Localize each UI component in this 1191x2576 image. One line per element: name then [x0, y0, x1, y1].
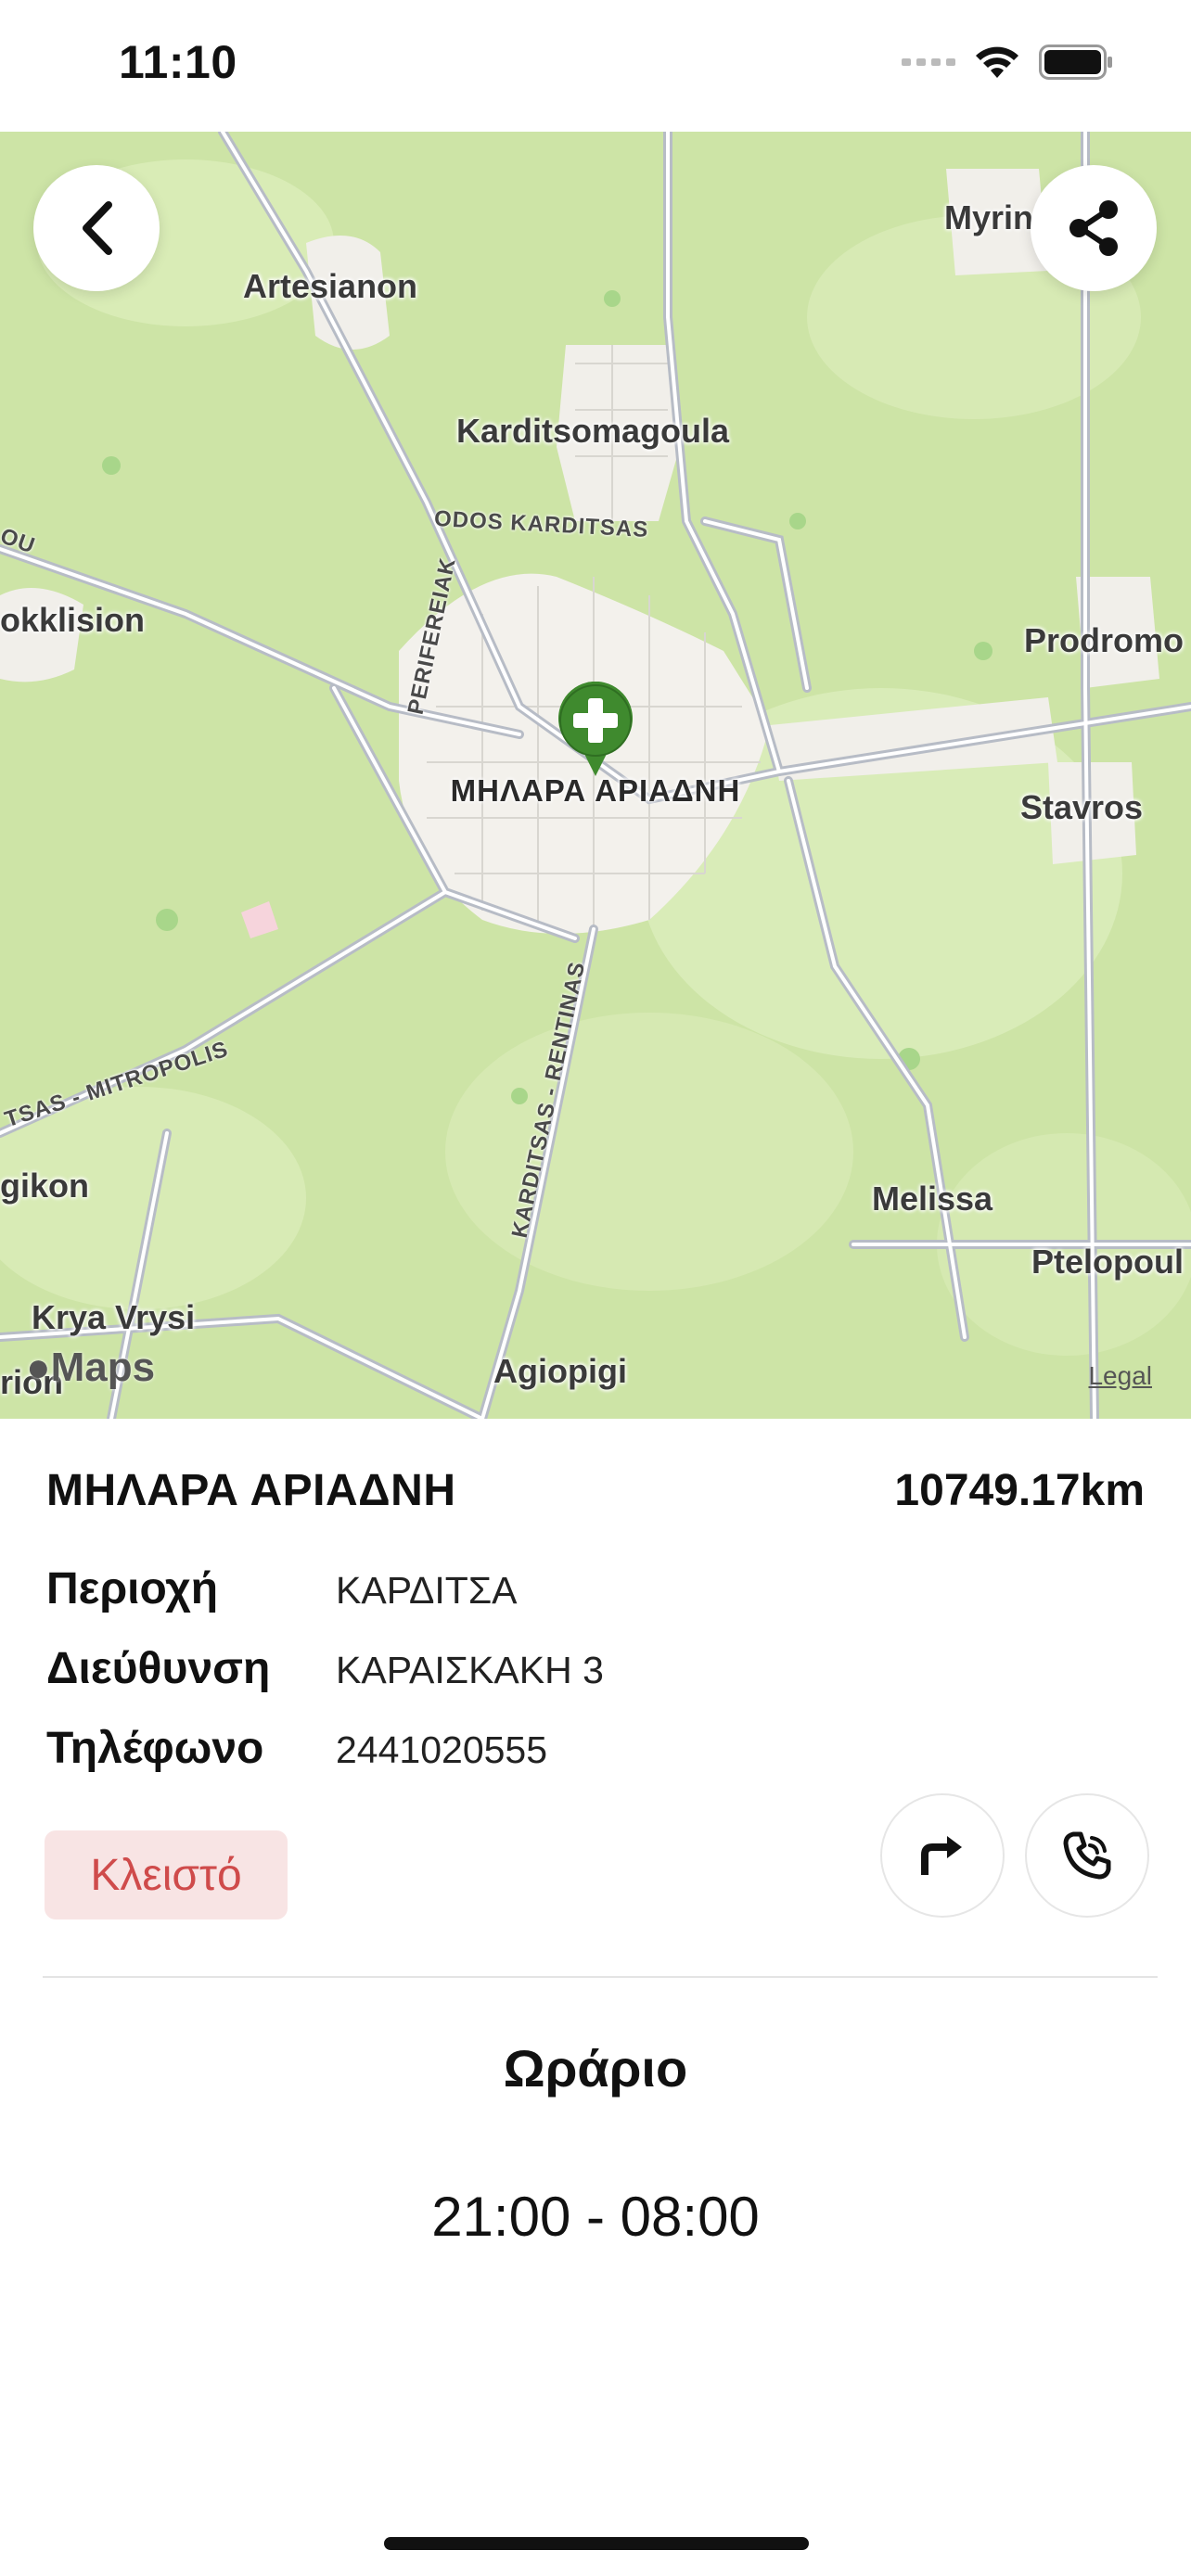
- map-label-krya-vrysi: Krya Vrysi: [32, 1298, 196, 1336]
- address-value: ΚΑΡΑΙΣΚΑΚΗ 3: [336, 1649, 604, 1691]
- back-button[interactable]: [33, 165, 160, 291]
- map-label-okklision: okklision: [0, 601, 146, 639]
- hours-value: 21:00 - 08:00: [431, 2186, 760, 2248]
- map-label-myrina: Myrin: [944, 198, 1034, 236]
- divider: [43, 1976, 1158, 1978]
- pin-label: ΜΗΛΑΡΑ ΑΡΙΑΔΝΗ: [450, 773, 741, 808]
- status-badge: Κλειστό: [45, 1830, 288, 1919]
- pharmacy-name: ΜΗΛΑΡΑ ΑΡΙΑΔΝΗ: [46, 1466, 456, 1515]
- home-indicator[interactable]: [384, 2537, 809, 2550]
- map-label-prodromos: Prodromo: [1024, 621, 1185, 659]
- directions-button[interactable]: [880, 1793, 1005, 1918]
- status-time: 11:10: [119, 36, 237, 88]
- share-icon: [1069, 200, 1118, 256]
- apple-logo-icon: ●: [26, 1345, 51, 1390]
- battery-icon: [1039, 45, 1112, 80]
- address-label: Διεύθυνση: [46, 1644, 271, 1693]
- phone-value: 2441020555: [336, 1728, 548, 1771]
- legal-link[interactable]: Legal: [1088, 1361, 1152, 1391]
- area-value: ΚΑΡΔΙΤΣΑ: [336, 1569, 518, 1612]
- map-label-gikon: gikon: [0, 1167, 89, 1205]
- maps-logo-text: Maps: [50, 1345, 156, 1390]
- call-button[interactable]: [1025, 1793, 1149, 1918]
- map-label-agiopigi: Agiopigi: [493, 1352, 627, 1390]
- map-label-artesianon: Artesianon: [243, 267, 418, 305]
- directions-arrow-icon: [921, 1836, 962, 1875]
- map-label-karditsomagoula: Karditsomagoula: [456, 412, 730, 450]
- map-view[interactable]: Artesianon Karditsomagoula Myrin Prodrom…: [0, 132, 1191, 1419]
- phone-label: Τηλέφωνο: [46, 1724, 264, 1773]
- signal-icon: [902, 58, 955, 66]
- hours-title: Ωράριο: [503, 2039, 688, 2098]
- phone-icon: [1063, 1831, 1111, 1880]
- maps-logo: ●Maps: [26, 1345, 155, 1391]
- pharmacy-pin-icon[interactable]: [557, 682, 634, 778]
- area-label: Περιοχή: [46, 1564, 219, 1613]
- share-button[interactable]: [1031, 165, 1157, 291]
- status-icons: [902, 45, 1113, 80]
- wifi-icon: [976, 46, 1018, 78]
- chevron-left-icon: [83, 201, 112, 255]
- pharmacy-distance: 10749.17km: [894, 1466, 1145, 1515]
- status-bar: 11:10: [0, 0, 1191, 132]
- map-label-ptelopoula: Ptelopoul: [1031, 1243, 1184, 1281]
- map-label-melissa: Melissa: [872, 1180, 993, 1218]
